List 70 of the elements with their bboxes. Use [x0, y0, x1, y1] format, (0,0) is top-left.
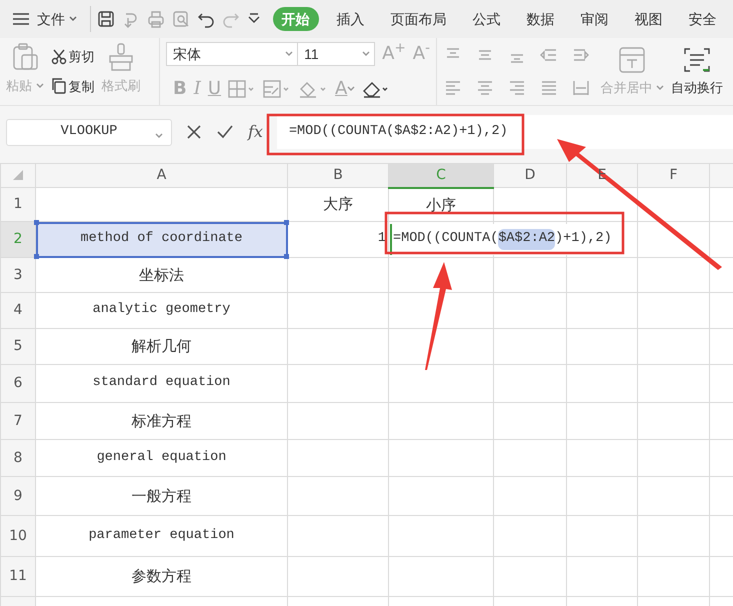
- font-size-field[interactable]: 11: [298, 42, 376, 66]
- copy-button[interactable]: 复制: [50, 76, 94, 96]
- caret-icon: [155, 132, 163, 139]
- table-cell: 解析几何: [36, 328, 288, 364]
- table-cell: standard equation: [36, 364, 288, 402]
- ribbon-tab[interactable]: 安全: [676, 7, 730, 31]
- table-cell: 1: [288, 222, 388, 258]
- justify-icon[interactable]: [540, 78, 558, 96]
- table-cell: parameter equation: [36, 516, 288, 556]
- column-header[interactable]: D: [522, 167, 538, 183]
- merge-cells-icon: [618, 46, 646, 74]
- name-box[interactable]: VLOOKUP: [6, 118, 172, 146]
- row-header[interactable]: 3: [0, 258, 36, 292]
- preview-icon[interactable]: [172, 10, 190, 28]
- caret-icon: [285, 51, 294, 57]
- menu-icon[interactable]: [12, 12, 30, 26]
- align-right-icon[interactable]: [508, 78, 526, 96]
- ribbon-tab[interactable]: 页面布局: [378, 7, 460, 31]
- row-header[interactable]: 10: [0, 516, 36, 556]
- ribbon-tab[interactable]: 公式: [460, 7, 514, 31]
- save-icon[interactable]: [96, 10, 114, 28]
- fill-bucket-icon[interactable]: [298, 80, 328, 98]
- copy-icon: [50, 78, 66, 94]
- borders-icon[interactable]: [228, 80, 256, 98]
- table-cell: analytic geometry: [36, 292, 288, 328]
- caret-icon: [362, 51, 370, 57]
- eraser-icon[interactable]: [362, 80, 390, 98]
- font-name-field[interactable]: 宋体: [166, 42, 298, 66]
- file-menu[interactable]: 文件: [30, 7, 84, 31]
- row-header[interactable]: 6: [0, 364, 36, 402]
- caret-icon: [68, 16, 76, 22]
- cut-button[interactable]: 剪切: [50, 47, 94, 66]
- table-cell: 坐标法: [36, 258, 288, 292]
- scissors-icon: [50, 48, 66, 65]
- ribbon-tab[interactable]: 视图: [622, 7, 676, 31]
- caret-icon: [656, 84, 664, 90]
- row-header[interactable]: 9: [0, 476, 36, 516]
- column-header[interactable]: F: [667, 167, 680, 183]
- table-cell: method of coordinate: [36, 222, 288, 258]
- distributed-icon[interactable]: [572, 78, 590, 96]
- align-center-icon[interactable]: [476, 78, 494, 96]
- row-header[interactable]: 7: [0, 402, 36, 440]
- ribbon-tab[interactable]: 审阅: [568, 7, 622, 31]
- align-left-icon[interactable]: [444, 78, 462, 96]
- confirm-icon[interactable]: [216, 124, 234, 140]
- table-cell: 小序: [388, 188, 494, 222]
- ribbon-tab[interactable]: 数据: [514, 7, 568, 31]
- row-header[interactable]: 5: [0, 328, 36, 364]
- row-header[interactable]: 4: [0, 292, 36, 328]
- caret-icon: [36, 82, 44, 89]
- table-cell: general equation: [36, 440, 288, 476]
- ribbon-tab[interactable]: 插入: [324, 7, 378, 31]
- select-all-icon[interactable]: [12, 169, 24, 182]
- table-cell: 标准方程: [36, 402, 288, 440]
- insert-function-button[interactable]: fx: [248, 120, 263, 144]
- table-cell: 一般方程: [36, 476, 288, 516]
- row-header[interactable]: 11: [0, 556, 36, 596]
- wrap-text-button[interactable]: 自动换行: [671, 46, 723, 98]
- wrap-text-icon: [682, 46, 712, 74]
- cancel-icon[interactable]: [186, 124, 202, 140]
- row-header[interactable]: 1: [0, 188, 36, 222]
- column-header[interactable]: A: [154, 167, 168, 183]
- column-header[interactable]: B: [331, 167, 345, 183]
- table-cell: 参数方程: [36, 556, 288, 596]
- row-header[interactable]: 8: [0, 440, 36, 476]
- cell-style-icon[interactable]: [263, 80, 292, 98]
- table-cell: 大序: [288, 188, 388, 222]
- caret-icon: [347, 86, 356, 92]
- print-icon[interactable]: [146, 10, 164, 28]
- formula-input[interactable]: =MOD((COUNTA($A$2:A2)+1),2): [276, 115, 733, 149]
